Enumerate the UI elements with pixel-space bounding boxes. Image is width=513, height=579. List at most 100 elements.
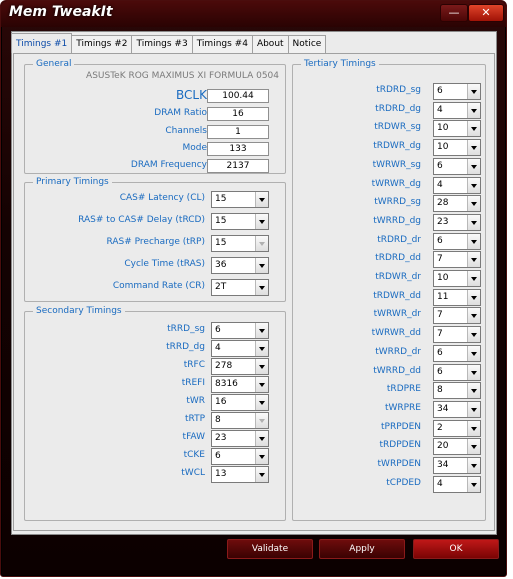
trdrd-dg-select[interactable]: 4 [433,101,481,119]
minimize-button[interactable]: — [440,4,468,22]
trdwr-sg-select[interactable]: 10 [433,120,481,138]
chevron-down-icon[interactable] [467,420,480,436]
twrwr-sg-label: tWRWR_sg [372,159,421,170]
chevron-down-icon[interactable] [255,258,268,273]
chevron-down-icon[interactable] [255,280,268,295]
chevron-down-icon[interactable] [467,214,480,230]
twrrd-dr-label: tWRRD_dr [375,346,421,357]
tprpden-select[interactable]: 2 [433,419,481,437]
twrrd-dr-select[interactable]: 6 [433,344,481,362]
trrd-dg-value: 4 [215,343,221,353]
chevron-down-icon[interactable] [255,449,268,464]
trdrd-dd-label: tRDRD_dd [375,253,421,264]
twr-select[interactable]: 16 [211,394,269,411]
trdrd-dd-select[interactable]: 7 [433,251,481,269]
chevron-down-icon[interactable] [255,214,268,229]
twrwr-dg-select[interactable]: 4 [433,176,481,194]
mode-label: Mode [182,143,207,153]
ok-button[interactable]: OK [413,539,499,559]
chevron-down-icon[interactable] [255,236,268,251]
chevron-down-icon[interactable] [467,308,480,324]
twrrd-dg-select[interactable]: 23 [433,213,481,231]
chevron-down-icon[interactable] [467,383,480,399]
chevron-down-icon[interactable] [467,233,480,249]
trrd-sg-select[interactable]: 6 [211,322,269,339]
chevron-down-icon[interactable] [255,395,268,410]
trp-select[interactable]: 15 [211,235,269,252]
trrd-dg-label: tRRD_dg [166,342,205,352]
tras-select[interactable]: 36 [211,257,269,274]
twrwr-dr-label: tWRWR_dr [373,309,421,320]
chevron-down-icon[interactable] [467,345,480,361]
chevron-down-icon[interactable] [467,327,480,343]
chevron-down-icon[interactable] [467,401,480,417]
twrwr-dr-select[interactable]: 7 [433,307,481,325]
trtp-select[interactable]: 8 [211,412,269,429]
trdrd-dr-value: 6 [437,235,443,246]
trdpden-select[interactable]: 20 [433,438,481,456]
chevron-down-icon[interactable] [467,439,480,455]
chevron-down-icon[interactable] [467,121,480,137]
chevron-down-icon[interactable] [255,431,268,446]
tcke-select[interactable]: 6 [211,448,269,465]
tab-timings-1[interactable]: Timings #1 [11,33,73,53]
tcpded-select[interactable]: 4 [433,475,481,493]
twrpden-select[interactable]: 34 [433,457,481,474]
trdrd-dr-select[interactable]: 6 [433,232,481,250]
trdpre-select[interactable]: 8 [433,382,481,400]
tab-timings-2[interactable]: Timings #2 [71,35,133,53]
twrrd-dr-value: 6 [437,347,443,358]
cr-select[interactable]: 2T [211,279,269,296]
trfc-select[interactable]: 278 [211,358,269,375]
chevron-down-icon[interactable] [467,364,480,380]
tab-about[interactable]: About [251,35,289,53]
twrwr-dd-select[interactable]: 7 [433,326,481,344]
chevron-down-icon[interactable] [467,289,480,305]
chevron-down-icon[interactable] [467,252,480,268]
chevron-down-icon[interactable] [467,158,480,174]
trdrd-sg-select[interactable]: 6 [433,83,481,100]
twcl-select[interactable]: 13 [211,466,269,483]
chevron-down-icon[interactable] [467,458,480,473]
chevron-down-icon[interactable] [255,323,268,338]
cl-select[interactable]: 15 [211,191,269,208]
title-bar[interactable]: Mem TweakIt — ✕ [1,1,506,27]
chevron-down-icon[interactable] [467,196,480,212]
board-name: ASUSTeK ROG MAXIMUS XI FORMULA 0504 [86,71,279,81]
trcd-select[interactable]: 15 [211,213,269,230]
tab-timings-3[interactable]: Timings #3 [131,35,193,53]
twrpre-select[interactable]: 34 [433,400,481,418]
trefi-select[interactable]: 8316 [211,376,269,393]
chevron-down-icon[interactable] [255,377,268,392]
chevron-down-icon[interactable] [255,341,268,356]
chevron-down-icon[interactable] [255,467,268,482]
twrrd-dd-label: tWRRD_dd [373,365,421,376]
trrd-sg-label: tRRD_sg [167,324,205,334]
twrrd-sg-select[interactable]: 28 [433,195,481,213]
chevron-down-icon[interactable] [255,413,268,428]
tertiary-title: Tertiary Timings [301,58,379,70]
trdwr-dd-select[interactable]: 11 [433,288,481,306]
chevron-down-icon[interactable] [467,140,480,156]
chevron-down-icon[interactable] [255,359,268,374]
trdwr-dg-select[interactable]: 10 [433,139,481,157]
apply-button[interactable]: Apply [319,539,405,559]
validate-button[interactable]: Validate [227,539,313,559]
tfaw-select[interactable]: 23 [211,430,269,447]
tab-timings-4[interactable]: Timings #4 [191,35,253,53]
trdrd-dd-value: 7 [437,254,443,265]
close-icon: ✕ [481,6,491,19]
chevron-down-icon[interactable] [467,102,480,118]
tras-value: 36 [215,260,227,270]
chevron-down-icon[interactable] [467,84,480,99]
chevron-down-icon[interactable] [467,271,480,286]
chevron-down-icon[interactable] [467,476,480,492]
twrrd-dd-select[interactable]: 6 [433,363,481,381]
trdwr-dr-select[interactable]: 10 [433,270,481,287]
chevron-down-icon[interactable] [255,192,268,207]
trrd-dg-select[interactable]: 4 [211,340,269,357]
chevron-down-icon[interactable] [467,177,480,193]
tab-notice[interactable]: Notice [287,35,327,53]
twrwr-sg-select[interactable]: 6 [433,157,481,175]
close-button[interactable]: ✕ [468,4,504,22]
